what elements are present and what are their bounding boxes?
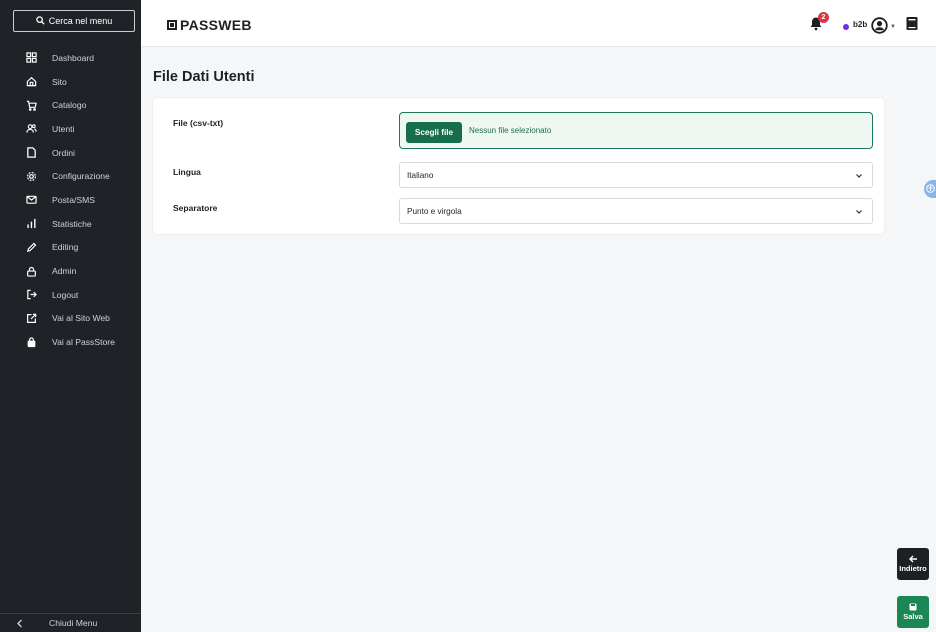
menu-search-label: Cerca nel menu	[48, 16, 113, 26]
user-icon[interactable]	[871, 17, 888, 39]
file-input[interactable]: Scegli file Nessun file selezionato	[399, 112, 873, 149]
form-card: File (csv-txt) Scegli file Nessun file s…	[153, 98, 884, 234]
sidebar-item-label: Configurazione	[52, 171, 110, 182]
sidebar-item-utenti[interactable]: Utenti	[0, 117, 141, 141]
save-icon	[909, 603, 917, 611]
book-icon[interactable]	[905, 16, 919, 36]
search-icon	[35, 15, 45, 27]
home-icon	[25, 75, 38, 88]
sidebar: Cerca nel menu Dashboard Sito Catalogo U…	[0, 0, 141, 632]
sidebar-item-label: Editing	[52, 242, 79, 253]
sidebar-item-label: Sito	[52, 76, 67, 87]
chevron-down-icon	[856, 210, 862, 214]
sidebar-item-label: Statistiche	[52, 218, 92, 229]
sidebar-item-label: Logout	[52, 289, 79, 300]
sidebar-item-catalogo[interactable]: Catalogo	[0, 93, 141, 117]
sidebar-item-label: Dashboard	[52, 52, 95, 63]
users-icon	[25, 122, 38, 135]
bag-icon	[25, 336, 38, 349]
main-content: File Dati Utenti File (csv-txt) Scegli f…	[141, 46, 936, 632]
lingua-select[interactable]: Italiano	[399, 162, 873, 188]
pencil-icon	[25, 241, 38, 254]
sidebar-nav: Dashboard Sito Catalogo Utenti Ordini Co…	[0, 46, 141, 354]
choose-file-button[interactable]: Scegli file	[406, 122, 462, 143]
sidebar-item-label: Vai al Sito Web	[52, 313, 110, 324]
sidebar-item-configurazione[interactable]: Configurazione	[0, 164, 141, 188]
status-dot	[843, 24, 849, 30]
grid-icon	[25, 51, 38, 64]
lingua-selected-value: Italiano	[407, 170, 434, 180]
sidebar-item-vai-al-passstore[interactable]: Vai al PassStore	[0, 330, 141, 354]
sidebar-item-sito[interactable]: Sito	[0, 70, 141, 94]
sidebar-item-label: Ordini	[52, 147, 75, 158]
back-button[interactable]: Indietro	[897, 548, 929, 580]
mail-icon	[25, 193, 38, 206]
page-title: File Dati Utenti	[153, 69, 255, 85]
sidebar-item-label: Posta/SMS	[52, 194, 95, 205]
collapse-menu-button[interactable]: Chiudi Menu	[0, 613, 141, 632]
sidebar-item-dashboard[interactable]: Dashboard	[0, 46, 141, 70]
notification-badge: 2	[818, 12, 829, 23]
logo-mark-icon	[167, 20, 177, 30]
accessibility-tab[interactable]	[924, 180, 936, 198]
top-bar: PASSWEB 2 b2b ▼	[141, 0, 936, 47]
logo: PASSWEB	[167, 17, 252, 33]
lingua-label: Lingua	[173, 167, 201, 177]
menu-search-button[interactable]: Cerca nel menu	[13, 10, 135, 32]
chevron-down-icon	[856, 174, 862, 178]
separatore-label: Separatore	[173, 203, 218, 213]
save-button[interactable]: Salva	[897, 596, 929, 628]
document-icon	[25, 146, 38, 159]
sidebar-item-logout[interactable]: Logout	[0, 283, 141, 307]
separatore-selected-value: Punto e virgola	[407, 206, 462, 216]
file-status-text: Nessun file selezionato	[469, 126, 552, 135]
sidebar-item-vai-al-sito-web[interactable]: Vai al Sito Web	[0, 307, 141, 331]
store-label[interactable]: b2b	[853, 20, 867, 29]
sidebar-item-label: Utenti	[52, 123, 75, 134]
lock-icon	[25, 265, 38, 278]
save-label: Salva	[903, 612, 923, 621]
arrow-left-icon	[908, 555, 917, 563]
sidebar-item-statistiche[interactable]: Statistiche	[0, 212, 141, 236]
sidebar-item-ordini[interactable]: Ordini	[0, 141, 141, 165]
sidebar-item-editing[interactable]: Editing	[0, 236, 141, 260]
sidebar-item-label: Catalogo	[52, 100, 87, 111]
sidebar-item-admin[interactable]: Admin	[0, 259, 141, 283]
chevron-left-icon	[16, 619, 26, 628]
cart-icon	[25, 99, 38, 112]
sidebar-item-posta-sms[interactable]: Posta/SMS	[0, 188, 141, 212]
logout-icon	[25, 288, 38, 301]
logo-text: PASSWEB	[180, 17, 252, 33]
separatore-select[interactable]: Punto e virgola	[399, 198, 873, 224]
bar-chart-icon	[25, 217, 38, 230]
sidebar-item-label: Vai al PassStore	[52, 337, 115, 348]
external-link-icon	[25, 312, 38, 325]
gear-icon	[25, 170, 38, 183]
back-label: Indietro	[899, 564, 927, 573]
sidebar-item-label: Admin	[52, 266, 77, 277]
collapse-menu-label: Chiudi Menu	[49, 618, 98, 628]
user-menu-chevron-icon[interactable]: ▼	[890, 24, 896, 30]
file-label: File (csv-txt)	[173, 118, 224, 128]
accessibility-icon	[925, 180, 935, 198]
